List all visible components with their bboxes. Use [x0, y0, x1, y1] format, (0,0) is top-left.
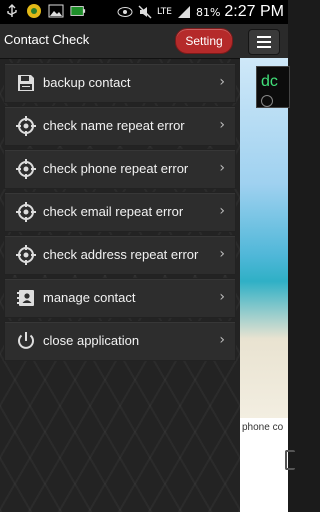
background-image — [240, 58, 288, 418]
menu-item-label: backup contact — [43, 75, 131, 90]
menu-item-label: manage contact — [43, 290, 136, 305]
image-icon — [48, 3, 64, 19]
menu-item-close-application[interactable]: close application › — [4, 321, 236, 361]
chevron-right-icon: › — [219, 203, 225, 219]
chevron-right-icon: › — [219, 117, 225, 133]
info-icon — [261, 95, 273, 107]
menu-item-backup-contact[interactable]: backup contact › — [4, 63, 236, 103]
menu-item-label: close application — [43, 333, 140, 348]
mute-icon — [137, 4, 153, 20]
app-title: Contact Check — [4, 32, 90, 47]
chevron-right-icon: › — [219, 160, 225, 176]
contact-book-icon — [15, 287, 37, 309]
crosshair-icon — [15, 244, 37, 266]
network-type: LTE — [156, 7, 172, 17]
menu-item-check-name-repeat-error[interactable]: check name repeat error › — [4, 106, 236, 146]
crosshair-icon — [15, 201, 37, 223]
status-bar: LTE 81% 2:27 PM — [0, 0, 288, 24]
chevron-right-icon: › — [219, 289, 225, 305]
android-icon — [26, 3, 42, 19]
chevron-right-icon: › — [219, 246, 225, 262]
thumbnail-text: dc — [261, 73, 278, 90]
menu-toggle-button[interactable] — [248, 29, 280, 55]
app-bar: Contact Check Setting — [0, 24, 240, 59]
menu-item-label: check address repeat error — [43, 247, 199, 262]
signal-icon — [176, 4, 192, 20]
main-content-panel: dc phone co — [240, 24, 295, 512]
setting-button[interactable]: Setting — [175, 28, 233, 54]
eye-icon — [117, 4, 133, 20]
partial-content-text: phone co — [242, 422, 284, 433]
clock: 2:27 PM — [224, 3, 284, 20]
power-icon — [15, 330, 37, 352]
battery-percent: 81% — [195, 5, 221, 19]
menu-item-label: check email repeat error — [43, 204, 184, 219]
usb-icon — [4, 3, 20, 19]
navigation-drawer: Contact Check Setting backup contact › c… — [0, 24, 240, 512]
chevron-right-icon: › — [219, 74, 225, 90]
hamburger-icon — [257, 33, 271, 52]
crosshair-icon — [15, 158, 37, 180]
floppy-disk-icon — [15, 72, 37, 94]
menu-item-manage-contact[interactable]: manage contact › — [4, 278, 236, 318]
content-top-bar — [240, 24, 288, 58]
menu-item-label: check phone repeat error — [43, 161, 189, 176]
menu-item-check-email-repeat-error[interactable]: check email repeat error › — [4, 192, 236, 232]
battery-icon — [70, 3, 86, 19]
menu-item-label: check name repeat error — [43, 118, 185, 133]
crosshair-icon — [15, 115, 37, 137]
app-thumbnail[interactable]: dc — [256, 66, 290, 108]
menu-list: backup contact › check name repeat error… — [4, 63, 236, 364]
chevron-right-icon: › — [219, 332, 225, 348]
menu-item-check-address-repeat-error[interactable]: check address repeat error › — [4, 235, 236, 275]
menu-item-check-phone-repeat-error[interactable]: check phone repeat error › — [4, 149, 236, 189]
checkbox[interactable] — [285, 450, 295, 470]
